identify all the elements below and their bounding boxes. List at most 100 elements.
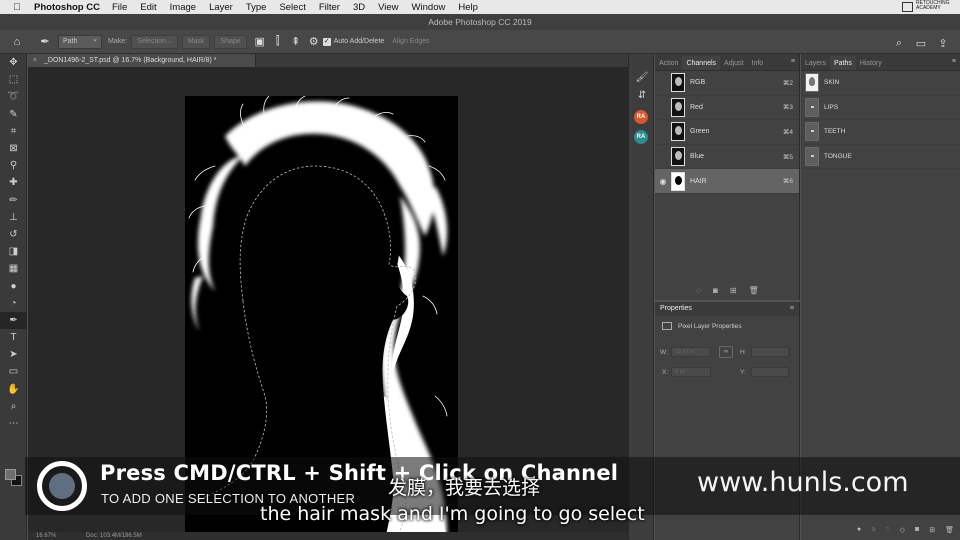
load-channel-selection-icon[interactable]: ◌ bbox=[696, 286, 701, 300]
search-icon[interactable]: ⌕ bbox=[890, 34, 908, 52]
make-selection-button[interactable]: Selection... bbox=[131, 34, 178, 49]
pen-mode-select[interactable]: Path bbox=[58, 34, 102, 49]
x-label: X: bbox=[662, 369, 669, 376]
share-icon[interactable]: ⇪ bbox=[934, 34, 952, 52]
eraser-tool-icon[interactable]: ◨ bbox=[0, 243, 27, 260]
menu-file[interactable]: File bbox=[112, 2, 127, 13]
path-operations-icon[interactable]: ▣ bbox=[251, 33, 269, 51]
new-channel-icon[interactable]: ⊞ bbox=[730, 286, 737, 300]
tab-layers[interactable]: Layers bbox=[801, 60, 830, 70]
path-row-skin[interactable]: SKIN bbox=[801, 71, 960, 96]
apple-icon[interactable]:  bbox=[10, 0, 24, 14]
rectangle-tool-icon[interactable]: ▭ bbox=[0, 363, 27, 380]
foreground-color-swatch[interactable] bbox=[5, 469, 16, 480]
channel-row-hair[interactable]: ◉ HAIR ⌘6 bbox=[655, 169, 799, 194]
brush-tool-icon[interactable]: ✏ bbox=[0, 192, 27, 209]
menu-filter[interactable]: Filter bbox=[319, 2, 340, 13]
more-tools-icon[interactable]: ⋯ bbox=[0, 415, 27, 432]
caption-chinese: 发膜，我要去选择 bbox=[388, 477, 541, 499]
panel-menu-icon[interactable]: ≡ bbox=[952, 58, 956, 65]
width-field[interactable]: 18.37 in bbox=[671, 347, 711, 357]
load-path-selection-icon[interactable]: ◌ bbox=[885, 526, 889, 540]
menu-select[interactable]: Select bbox=[279, 2, 305, 13]
zoom-level[interactable]: 16.67% bbox=[36, 533, 56, 539]
home-icon[interactable]: ⌂ bbox=[8, 33, 26, 51]
channel-row-rgb[interactable]: RGB ⌘2 bbox=[655, 71, 799, 96]
channel-name: HAIR bbox=[690, 177, 707, 185]
panel-menu-icon[interactable]: ≡ bbox=[790, 302, 794, 316]
dodge-tool-icon[interactable]: ◔ bbox=[0, 295, 27, 312]
eye-icon[interactable]: ◉ bbox=[655, 177, 671, 186]
tab-history[interactable]: History bbox=[856, 60, 886, 70]
ra-panel-icon-1[interactable]: RA bbox=[634, 110, 648, 124]
path-row-tongue[interactable]: TONGUE bbox=[801, 145, 960, 170]
hand-tool-icon[interactable]: ✋ bbox=[0, 381, 27, 398]
tab-actions[interactable]: Action bbox=[655, 60, 682, 70]
stamp-tool-icon[interactable]: ⊥ bbox=[0, 209, 27, 226]
channel-row-red[interactable]: Red ⌘3 bbox=[655, 96, 799, 121]
tab-info[interactable]: Info bbox=[748, 60, 768, 70]
blur-tool-icon[interactable]: ● bbox=[0, 277, 27, 294]
fill-path-icon[interactable]: ● bbox=[857, 526, 861, 540]
make-shape-button[interactable]: Shape bbox=[214, 34, 247, 49]
eyedropper-tool-icon[interactable]: ⚲ bbox=[0, 157, 27, 174]
path-select-tool-icon[interactable]: ➤ bbox=[0, 346, 27, 363]
history-brush-tool-icon[interactable]: ↺ bbox=[0, 226, 27, 243]
h-label: H: bbox=[740, 349, 747, 356]
gear-icon[interactable]: ⚙ bbox=[305, 33, 323, 51]
auto-add-delete-checkbox[interactable]: ✓ bbox=[322, 37, 331, 46]
healing-tool-icon[interactable]: ✚ bbox=[0, 174, 27, 191]
add-mask-icon[interactable]: ◙ bbox=[915, 526, 919, 540]
channel-name: RGB bbox=[690, 79, 706, 87]
trash-icon[interactable]: 🗑 bbox=[749, 286, 759, 300]
ra-panel-icon-2[interactable]: RA bbox=[634, 130, 648, 144]
height-field[interactable] bbox=[751, 347, 789, 357]
pen-tool-icon[interactable]: ✒ bbox=[0, 311, 27, 329]
type-tool-icon[interactable]: T bbox=[0, 329, 27, 346]
new-path-icon[interactable]: ⊞ bbox=[929, 526, 935, 540]
document-tab[interactable]: × _DON1496-2_ST.psd @ 16.7% (Background,… bbox=[28, 54, 256, 67]
menu-edit[interactable]: Edit bbox=[140, 2, 156, 13]
move-tool-icon[interactable]: ✥ bbox=[0, 54, 27, 71]
menu-layer[interactable]: Layer bbox=[209, 2, 233, 13]
frame-tool-icon[interactable]: ⊠ bbox=[0, 140, 27, 157]
gradient-tool-icon[interactable]: ▦ bbox=[0, 260, 27, 277]
y-field[interactable] bbox=[751, 367, 789, 377]
path-alignment-icon[interactable]: ⫿ bbox=[269, 33, 287, 51]
path-row-teeth[interactable]: TEETH bbox=[801, 120, 960, 145]
path-arrangement-icon[interactable]: ⇞ bbox=[287, 33, 305, 51]
save-selection-channel-icon[interactable]: ◙ bbox=[713, 286, 718, 300]
marquee-tool-icon[interactable]: ⬚ bbox=[0, 71, 27, 88]
menu-help[interactable]: Help bbox=[458, 2, 478, 13]
menu-view[interactable]: View bbox=[378, 2, 398, 13]
trash-icon[interactable]: 🗑 bbox=[945, 526, 954, 540]
lasso-tool-icon[interactable]: ➰ bbox=[0, 88, 27, 105]
tab-adjustments[interactable]: Adjust bbox=[720, 60, 747, 70]
path-row-lips[interactable]: LIPS bbox=[801, 96, 960, 121]
quick-select-tool-icon[interactable]: ✎ bbox=[0, 106, 27, 123]
make-label: Make: bbox=[108, 38, 128, 45]
channel-row-blue[interactable]: Blue ⌘5 bbox=[655, 145, 799, 170]
zoom-tool-icon[interactable]: ⌕ bbox=[0, 398, 27, 415]
brush-presets-icon[interactable]: 🖌 bbox=[629, 68, 655, 86]
menu-image[interactable]: Image bbox=[170, 2, 196, 13]
x-field[interactable]: 0 px bbox=[671, 367, 711, 377]
app-menu[interactable]: Photoshop CC bbox=[34, 2, 100, 13]
stroke-path-icon[interactable]: ○ bbox=[871, 526, 875, 540]
crop-tool-icon[interactable]: ⌗ bbox=[0, 123, 27, 140]
tab-channels[interactable]: Channels bbox=[682, 56, 721, 70]
make-work-path-icon[interactable]: ◇ bbox=[900, 526, 905, 540]
menu-type[interactable]: Type bbox=[246, 2, 267, 13]
menu-3d[interactable]: 3D bbox=[353, 2, 365, 13]
pen-icon[interactable]: ✒ bbox=[36, 33, 54, 51]
make-mask-button[interactable]: Mask bbox=[181, 34, 211, 49]
close-icon[interactable]: × bbox=[33, 54, 37, 67]
channel-row-green[interactable]: Green ⌘4 bbox=[655, 120, 799, 145]
panel-menu-icon[interactable]: ≡ bbox=[791, 58, 795, 65]
adjustments-icon[interactable]: ⇵ bbox=[629, 86, 655, 104]
workspace-icon[interactable]: ▭ bbox=[912, 34, 930, 52]
link-icon[interactable]: ∞ bbox=[719, 346, 733, 358]
tab-paths[interactable]: Paths bbox=[830, 56, 856, 70]
menu-window[interactable]: Window bbox=[412, 2, 446, 13]
document-tabs: × _DON1496-2_ST.psd @ 16.7% (Background,… bbox=[28, 54, 628, 67]
